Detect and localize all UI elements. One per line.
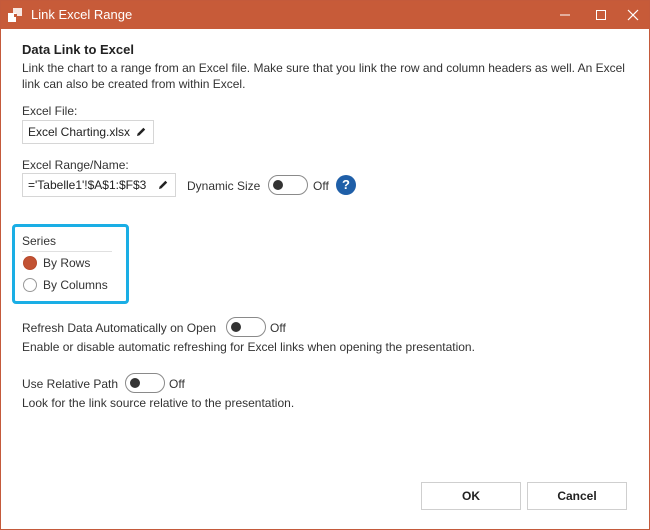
pencil-icon[interactable] bbox=[157, 179, 169, 191]
series-label: Series bbox=[22, 234, 57, 248]
toggle-knob bbox=[130, 378, 140, 388]
app-icon bbox=[8, 8, 22, 22]
pencil-icon[interactable] bbox=[135, 126, 147, 138]
relative-path-description: Look for the link source relative to the… bbox=[22, 396, 295, 410]
excel-range-field[interactable]: ='Tabelle1'!$A$1:$F$3 bbox=[22, 173, 176, 197]
window-title: Link Excel Range bbox=[31, 7, 133, 22]
ok-button[interactable]: OK bbox=[421, 482, 521, 510]
minimize-button[interactable] bbox=[549, 1, 581, 29]
radio-by-rows-label[interactable]: By Rows bbox=[43, 256, 90, 270]
radio-by-columns[interactable] bbox=[23, 278, 37, 292]
excel-file-field[interactable]: Excel Charting.xlsx bbox=[22, 120, 154, 144]
dialog-window: Link Excel Range Data Link to Excel Link… bbox=[0, 0, 650, 530]
radio-by-rows[interactable] bbox=[23, 256, 37, 270]
cancel-button[interactable]: Cancel bbox=[527, 482, 627, 510]
dynamic-size-state: Off bbox=[313, 179, 329, 193]
refresh-toggle[interactable] bbox=[226, 317, 266, 337]
dynamic-size-toggle[interactable] bbox=[268, 175, 308, 195]
dynamic-size-label: Dynamic Size bbox=[187, 179, 261, 193]
help-icon[interactable]: ? bbox=[336, 175, 356, 195]
dialog-description: Link the chart to a range from an Excel … bbox=[22, 61, 625, 91]
series-divider bbox=[22, 251, 112, 252]
relative-path-label: Use Relative Path bbox=[22, 377, 119, 391]
toggle-knob bbox=[231, 322, 241, 332]
refresh-description: Enable or disable automatic refreshing f… bbox=[22, 340, 475, 354]
close-button[interactable] bbox=[617, 1, 649, 29]
toggle-knob bbox=[273, 180, 283, 190]
excel-file-label: Excel File: bbox=[22, 104, 78, 118]
excel-range-label: Excel Range/Name: bbox=[22, 158, 129, 172]
maximize-button[interactable] bbox=[585, 1, 617, 29]
relative-path-state: Off bbox=[169, 377, 185, 391]
excel-range-value: ='Tabelle1'!$A$1:$F$3 bbox=[28, 178, 147, 192]
close-icon bbox=[627, 9, 639, 21]
maximize-icon bbox=[596, 10, 606, 20]
title-bar: Link Excel Range bbox=[1, 1, 649, 29]
radio-by-columns-label[interactable]: By Columns bbox=[43, 278, 108, 292]
minimize-icon bbox=[560, 14, 570, 16]
refresh-state: Off bbox=[270, 321, 286, 335]
excel-file-value: Excel Charting.xlsx bbox=[28, 125, 131, 139]
dialog-heading: Data Link to Excel bbox=[22, 42, 134, 57]
refresh-label: Refresh Data Automatically on Open bbox=[22, 321, 217, 335]
relative-path-toggle[interactable] bbox=[125, 373, 165, 393]
